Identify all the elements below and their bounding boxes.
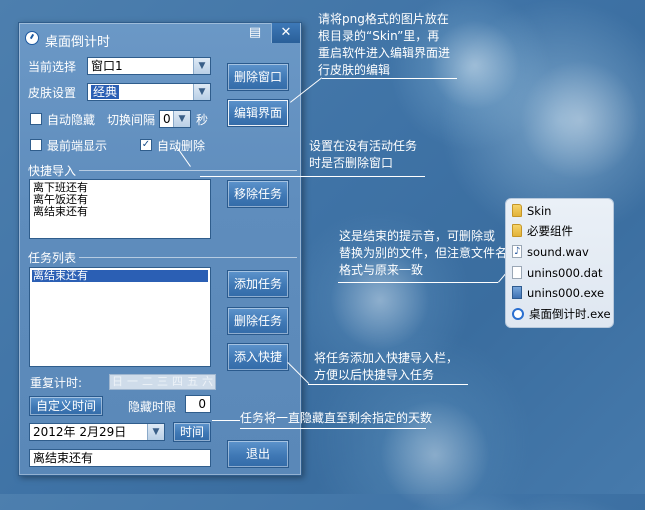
window-select[interactable]: 窗口1 ▼ [87,57,211,75]
installer-icon [512,286,522,299]
callout-line [212,420,240,421]
date-picker[interactable]: 2012年 2月29日 ▼ [29,423,165,441]
switch-interval-value: 0 [163,112,171,126]
skin-select-value: 经典 [91,85,120,99]
switch-interval-label: 切换间隔 [107,113,156,127]
file-item[interactable]: Skin [512,202,551,220]
quick-import-list[interactable]: 离下班还有 离午饭还有 离结束还有 [29,179,211,239]
current-select-label: 当前选择 [28,60,77,74]
auto-delete-checkbox[interactable]: ✓ [140,139,152,151]
add-quick-button[interactable]: 添入快捷 [227,343,289,371]
file-item[interactable]: 桌面倒计时.exe [512,305,611,323]
callout-line [200,176,425,177]
background-flower [520,60,640,180]
delete-task-button[interactable]: 删除任务 [227,307,289,335]
weekday-toggle[interactable]: 六 [200,375,215,389]
weekday-toggle[interactable]: 日 [110,375,125,389]
file-item[interactable]: unins000.dat [512,264,603,282]
hide-limit-label: 隐藏时限 [128,400,177,414]
date-value: 2012年 2月29日 [33,425,127,439]
countdown-window: 桌面倒计时 ▤ ✕ 当前选择 窗口1 ▼ 皮肤设置 经典 ▼ 删除窗口 编辑界面… [18,22,302,476]
skin-select[interactable]: 经典 ▼ [87,83,211,101]
callout-line [322,78,457,79]
callout-line [308,384,468,385]
clock-app-icon [512,308,524,320]
chevron-down-icon[interactable]: ▼ [193,84,210,100]
add-quick-annotation: 将任务添加入快捷导入栏， 方便以后快捷导入任务 [314,351,459,382]
file-icon [512,266,522,279]
remove-task-button[interactable]: 移除任务 [227,180,289,208]
weekday-toggle[interactable]: 二 [140,375,155,389]
list-item[interactable]: 离结束还有 [33,206,207,218]
auto-hide-label: 自动隐藏 [47,113,96,127]
auto-hide-checkbox[interactable] [30,113,42,125]
close-button[interactable]: ✕ [271,23,300,43]
switch-interval-select[interactable]: 0 ▼ [159,110,191,128]
task-list-group-label: 任务列表 [28,251,77,265]
menu-button[interactable]: ▤ [241,23,269,43]
task-name-input[interactable]: 离结束还有 [29,449,211,467]
quick-import-group-label: 快捷导入 [28,164,77,178]
add-task-button[interactable]: 添加任务 [227,270,289,298]
time-button[interactable]: 时间 [173,422,212,442]
group-divider [79,170,297,171]
clock-icon [25,31,39,45]
weekday-selector: 日 一 二 三 四 五 六 [109,374,216,390]
delete-window-button[interactable]: 删除窗口 [227,63,289,91]
weekday-toggle[interactable]: 四 [170,375,185,389]
folder-icon [512,204,522,217]
custom-time-button[interactable]: 自定义时间 [29,396,104,416]
chevron-down-icon[interactable]: ▼ [173,111,190,127]
seconds-unit-label: 秒 [196,113,209,127]
topmost-checkbox[interactable] [30,139,42,151]
weekday-toggle[interactable]: 五 [185,375,200,389]
exit-button[interactable]: 退出 [227,440,289,468]
auto-delete-annotation: 设置在没有活动任务 时是否删除窗口 [309,139,418,170]
repeat-label: 重复计时: [30,376,83,390]
window-title: 桌面倒计时 [45,35,111,50]
list-item[interactable]: 离结束还有 [32,270,208,282]
title-bar[interactable]: 桌面倒计时 ▤ ✕ [19,23,301,53]
audio-file-icon [512,243,522,261]
callout-line [338,282,498,283]
folder-icon [512,224,522,237]
file-item[interactable]: unins000.exe [512,284,604,302]
hide-limit-input[interactable]: 0 [185,395,211,413]
file-item[interactable]: sound.wav [512,243,589,261]
topmost-label: 最前端显示 [47,139,108,153]
edit-ui-button[interactable]: 编辑界面 [227,99,289,127]
weekday-toggle[interactable]: 一 [125,375,140,389]
task-list[interactable]: 离结束还有 [29,267,211,367]
weekday-toggle[interactable]: 三 [155,375,170,389]
skin-annotation: 请将png格式的图片放在 根目录的“Skin”里，再 重启软件进入编辑界面进 行… [318,12,451,77]
hide-limit-annotation: 任务将一直隐藏直至剩余指定的天数 [240,411,433,425]
chevron-down-icon[interactable]: ▼ [193,58,210,74]
skin-label: 皮肤设置 [28,86,77,100]
sound-annotation: 这是结束的提示音，可删除或 替换为别的文件，但注意文件名 格式与原来一致 [339,229,508,277]
file-item[interactable]: 必要组件 [512,222,573,240]
window-select-value: 窗口1 [91,59,123,73]
callout-line [240,428,426,429]
chevron-down-icon[interactable]: ▼ [147,424,164,440]
group-divider [79,257,297,258]
file-list-panel: Skin 必要组件 sound.wav unins000.dat unins00… [505,198,614,328]
